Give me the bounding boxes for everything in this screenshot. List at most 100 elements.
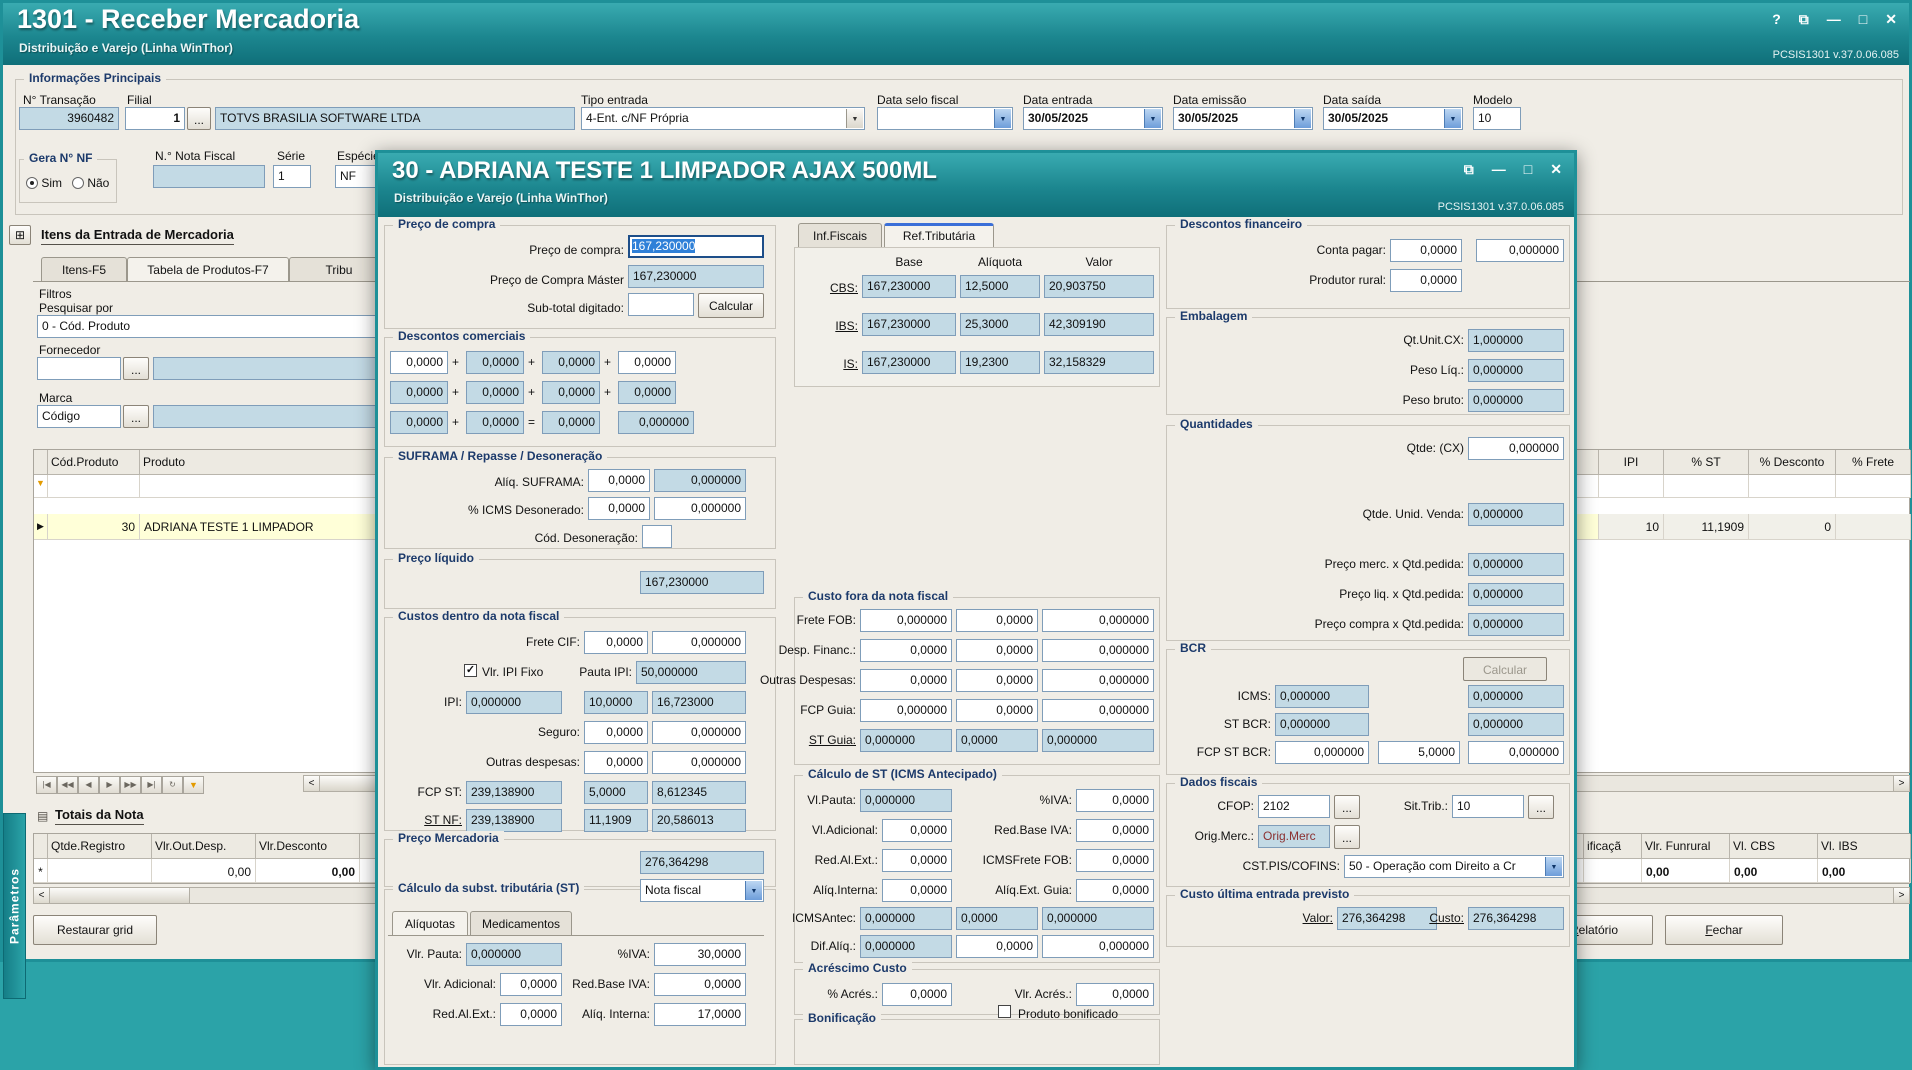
frete-fob-valor-field[interactable]: 0,000000: [1042, 609, 1154, 632]
desc-com-field[interactable]: 0,0000: [542, 411, 600, 434]
cbs-aliq-field[interactable]: 12,5000: [960, 275, 1040, 298]
is-label[interactable]: IS:: [814, 357, 858, 371]
peso-bruto-field[interactable]: 0,000000: [1468, 389, 1564, 412]
orig-merc-lookup-button[interactable]: ...: [1334, 825, 1360, 849]
vl-pauta-field[interactable]: 0,000000: [860, 789, 952, 812]
cell-vlr-funrural[interactable]: 0,00: [1642, 859, 1730, 883]
scroll-left-arrow[interactable]: <: [304, 776, 320, 791]
grid-icon[interactable]: ⊞: [9, 225, 31, 245]
desp-financ-valor-field[interactable]: 0,000000: [1042, 639, 1154, 662]
scroll-right-arrow[interactable]: >: [1893, 888, 1909, 903]
outras-despesas-valor-field[interactable]: 0,000000: [652, 751, 746, 774]
chevron-down-icon[interactable]: ▼: [745, 881, 762, 900]
icms-antec-valor-field[interactable]: 0,000000: [1042, 907, 1154, 930]
close-icon[interactable]: ✕: [1885, 11, 1897, 28]
fcp-st-base-field[interactable]: 239,138900: [466, 781, 562, 804]
marca-field[interactable]: Código: [37, 405, 121, 428]
cell-desconto[interactable]: 0: [1749, 514, 1836, 540]
transacao-field[interactable]: 3960482: [19, 107, 119, 130]
minimize-icon[interactable]: —: [1492, 161, 1506, 178]
sit-trib-lookup-button[interactable]: ...: [1528, 795, 1554, 819]
frete-fob-field[interactable]: 0,000000: [860, 609, 952, 632]
ibs-aliq-field[interactable]: 25,3000: [960, 313, 1040, 336]
pesquisar-combo[interactable]: 0 - Cód. Produto: [37, 315, 397, 338]
is-valor-field[interactable]: 32,158329: [1044, 351, 1154, 374]
tab-itens-f5[interactable]: Itens-F5: [41, 257, 127, 281]
nav-prior-button[interactable]: ◀: [78, 776, 99, 794]
icms-antec-aliq-field[interactable]: 0,0000: [956, 907, 1038, 930]
st-nf-valor-field[interactable]: 20,586013: [652, 809, 746, 832]
is-aliq-field[interactable]: 19,2300: [960, 351, 1040, 374]
cell-cod-produto[interactable]: 30: [48, 514, 140, 540]
red-al-ext-field[interactable]: 0,0000: [500, 1003, 562, 1026]
ibs-valor-field[interactable]: 42,309190: [1044, 313, 1154, 336]
nav-next-button[interactable]: ▶: [99, 776, 120, 794]
itens-section-header[interactable]: Itens da Entrada de Mercadoria: [41, 227, 234, 245]
tab-tabela-produtos-f7[interactable]: Tabela de Produtos-F7: [127, 257, 289, 281]
orig-merc-field[interactable]: Orig.Merc: [1258, 825, 1330, 848]
marca-lookup-button[interactable]: ...: [123, 405, 149, 428]
col-st[interactable]: % ST: [1664, 450, 1749, 475]
frete-cif-field[interactable]: 0,0000: [584, 631, 648, 654]
scroll-left-arrow[interactable]: <: [34, 888, 50, 903]
col-qtde-registro[interactable]: Qtde.Registro: [48, 834, 152, 859]
st-bcr-field[interactable]: 0,000000: [1275, 713, 1369, 736]
cell-qtde-registro[interactable]: [48, 859, 152, 883]
seguro-field[interactable]: 0,0000: [584, 721, 648, 744]
tab-ref-tributaria[interactable]: Ref.Tributária: [884, 223, 994, 247]
cell-vlr-desconto[interactable]: 0,00: [256, 859, 360, 883]
calendar-dropdown-icon[interactable]: ▼: [1444, 109, 1461, 128]
aliq-suframa-field[interactable]: 0,0000: [588, 469, 650, 492]
cell-st[interactable]: 11,1909: [1664, 514, 1749, 540]
preco-compra-qtd-field[interactable]: 0,000000: [1468, 613, 1564, 636]
vlr-acres-field[interactable]: 0,0000: [1076, 983, 1154, 1006]
filter-funnel-icon[interactable]: ▼: [34, 475, 48, 498]
filter-cell[interactable]: [1836, 475, 1911, 498]
data-selo-combo[interactable]: ▼: [877, 107, 1013, 130]
data-entrada-combo[interactable]: 30/05/2025 ▼: [1023, 107, 1163, 130]
dif-aliq-aliq-field[interactable]: 0,0000: [956, 935, 1038, 958]
ipi-fixo-checkbox[interactable]: ✓: [464, 664, 477, 677]
restaurar-grid-button[interactable]: Restaurar grid: [33, 915, 157, 945]
outras-despesas-fora-field[interactable]: 0,0000: [860, 669, 952, 692]
outras-despesas-field[interactable]: 0,0000: [584, 751, 648, 774]
preco-liquido-field[interactable]: 167,230000: [640, 571, 764, 594]
nav-filter-funnel-button[interactable]: ▼: [183, 776, 204, 794]
outras-despesas-fora-aliq-field[interactable]: 0,0000: [956, 669, 1038, 692]
is-base-field[interactable]: 167,230000: [862, 351, 956, 374]
ibs-base-field[interactable]: 167,230000: [862, 313, 956, 336]
desp-financ-aliq-field[interactable]: 0,0000: [956, 639, 1038, 662]
col-frete[interactable]: % Frete: [1836, 450, 1911, 475]
especie-field[interactable]: NF: [335, 165, 379, 188]
ipi-aliq-field[interactable]: 10,0000: [584, 691, 648, 714]
ibs-label[interactable]: IBS:: [814, 319, 858, 333]
aliq-suframa-valor-field[interactable]: 0,000000: [654, 469, 746, 492]
fornecedor-nome-field[interactable]: [153, 357, 383, 380]
aliq-ext-guia-field[interactable]: 0,0000: [1076, 879, 1154, 902]
preco-compra-field[interactable]: 167,230000: [628, 235, 764, 258]
fechar-button[interactable]: Fechar: [1665, 915, 1783, 945]
parametros-side-tab[interactable]: Parâmetros: [3, 813, 26, 999]
serie-field[interactable]: 1: [273, 165, 311, 188]
preco-liq-qtd-field[interactable]: 0,000000: [1468, 583, 1564, 606]
sit-trib-field[interactable]: 10: [1452, 795, 1524, 818]
cbs-label[interactable]: CBS:: [814, 281, 858, 295]
maximize-icon[interactable]: □: [1859, 11, 1867, 28]
col-desconto[interactable]: % Desconto: [1749, 450, 1836, 475]
col-vl-cbs[interactable]: Vl. CBS: [1730, 834, 1818, 859]
tab-aliquotas[interactable]: Alíquotas: [392, 911, 468, 935]
col-vlr-funrural[interactable]: Vlr. Funrural: [1642, 834, 1730, 859]
red-al-ext-ant-field[interactable]: 0,0000: [882, 849, 952, 872]
icms-frete-fob-field[interactable]: 0,0000: [1076, 849, 1154, 872]
cfop-field[interactable]: 2102: [1258, 795, 1330, 818]
modelo-field[interactable]: 10: [1473, 107, 1521, 130]
maximize-icon[interactable]: □: [1524, 161, 1532, 178]
desc-com-field[interactable]: 0,0000: [542, 381, 600, 404]
filial-field[interactable]: 1: [125, 107, 185, 130]
qtde-unid-venda-field[interactable]: 0,000000: [1468, 503, 1564, 526]
perc-acres-field[interactable]: 0,0000: [882, 983, 952, 1006]
red-base-iva-field[interactable]: 0,0000: [654, 973, 746, 996]
seguro-valor-field[interactable]: 0,000000: [652, 721, 746, 744]
vlr-pauta-field[interactable]: 0,000000: [466, 943, 562, 966]
gera-nf-sim-radio[interactable]: Sim: [26, 176, 62, 190]
